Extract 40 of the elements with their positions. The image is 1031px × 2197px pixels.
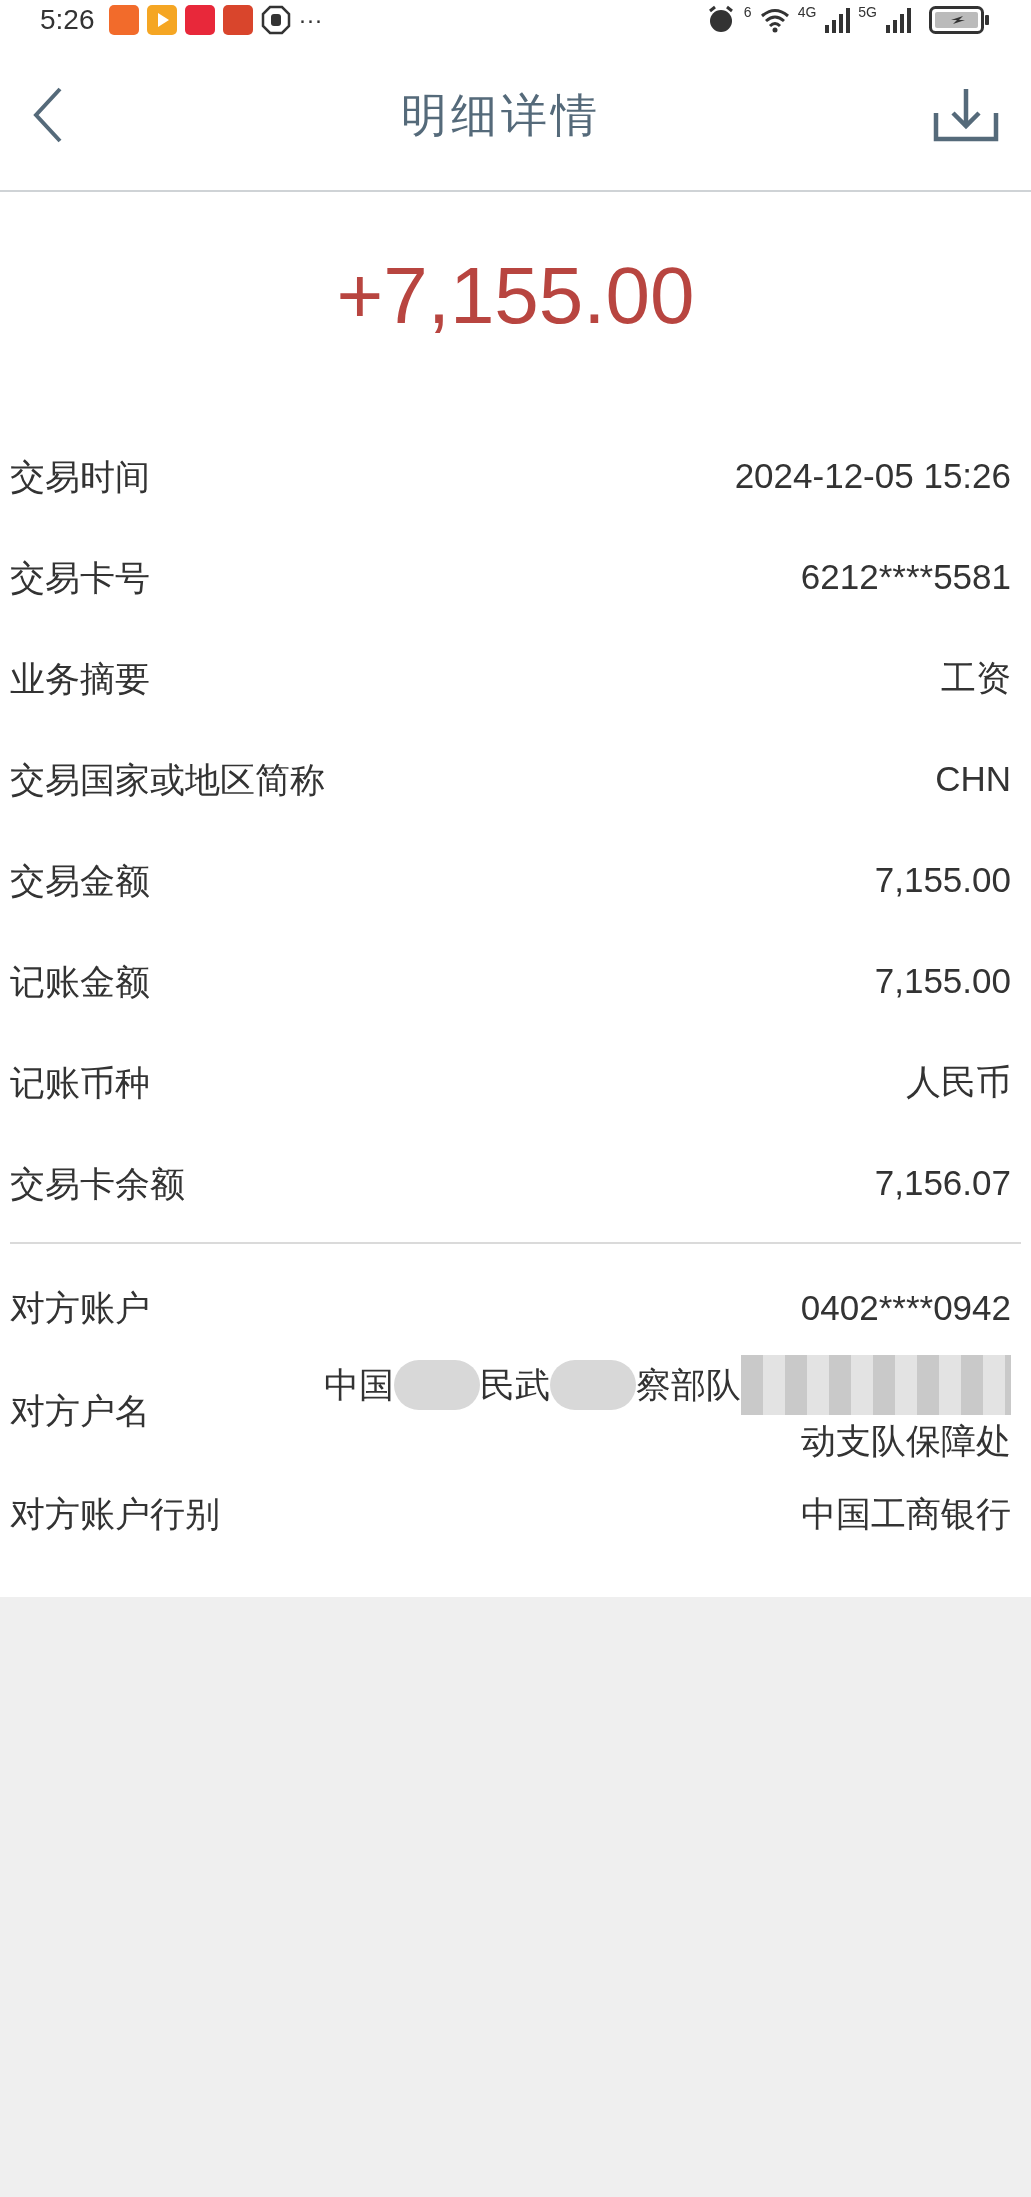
app-icon (108, 5, 139, 35)
name-fragment: 察部队 (636, 1364, 741, 1406)
wifi-label: 6 (743, 3, 752, 22)
detail-label: 交易卡号 (10, 556, 151, 599)
app-icon (184, 5, 215, 35)
detail-label: 记账币种 (10, 1061, 151, 1104)
detail-value: 7,155.00 (874, 960, 1011, 1003)
name-fragment: 民武 (480, 1364, 550, 1406)
detail-label: 交易金额 (10, 859, 151, 902)
detail-label: 记账金额 (10, 960, 151, 1003)
detail-label: 对方账户 (10, 1287, 151, 1330)
signal-icon (885, 7, 911, 33)
network-label: 4G (797, 3, 817, 22)
battery-icon (929, 6, 991, 34)
signal-icon (824, 7, 851, 33)
app-icon (222, 5, 253, 35)
detail-value: 7,156.07 (874, 1162, 1011, 1205)
detail-value: 6212****5581 (800, 556, 1011, 599)
more-notifications: ··· (298, 5, 323, 35)
transaction-amount: +7,155.00 (336, 256, 695, 336)
detail-label: 对方户名 (10, 1390, 151, 1433)
network-label: 5G (858, 3, 877, 22)
detail-label: 交易卡余额 (10, 1162, 186, 1205)
detail-value: 0402****0942 (800, 1287, 1011, 1330)
play-icon (146, 5, 177, 35)
name-fragment: 动支队保障处 (801, 1420, 1011, 1463)
detail-value: 中国工商银行 (801, 1493, 1011, 1536)
detail-value: 2024-12-05 15:26 (734, 455, 1011, 498)
detail-value: CHN (935, 758, 1011, 801)
detail-value: 工资 (941, 657, 1011, 700)
detail-label: 业务摘要 (10, 657, 151, 700)
detail-value: 7,155.00 (874, 859, 1011, 902)
detail-value: 人民币 (906, 1061, 1011, 1104)
detail-label: 交易国家或地区简称 (10, 758, 326, 801)
wifi-icon (759, 7, 790, 33)
detail-label: 对方账户行别 (10, 1493, 221, 1536)
page-title: 明细详情 (400, 87, 601, 143)
clock-time: 5:26 (40, 3, 95, 37)
name-fragment: 中国 (324, 1364, 394, 1406)
detail-label: 交易时间 (10, 455, 151, 498)
